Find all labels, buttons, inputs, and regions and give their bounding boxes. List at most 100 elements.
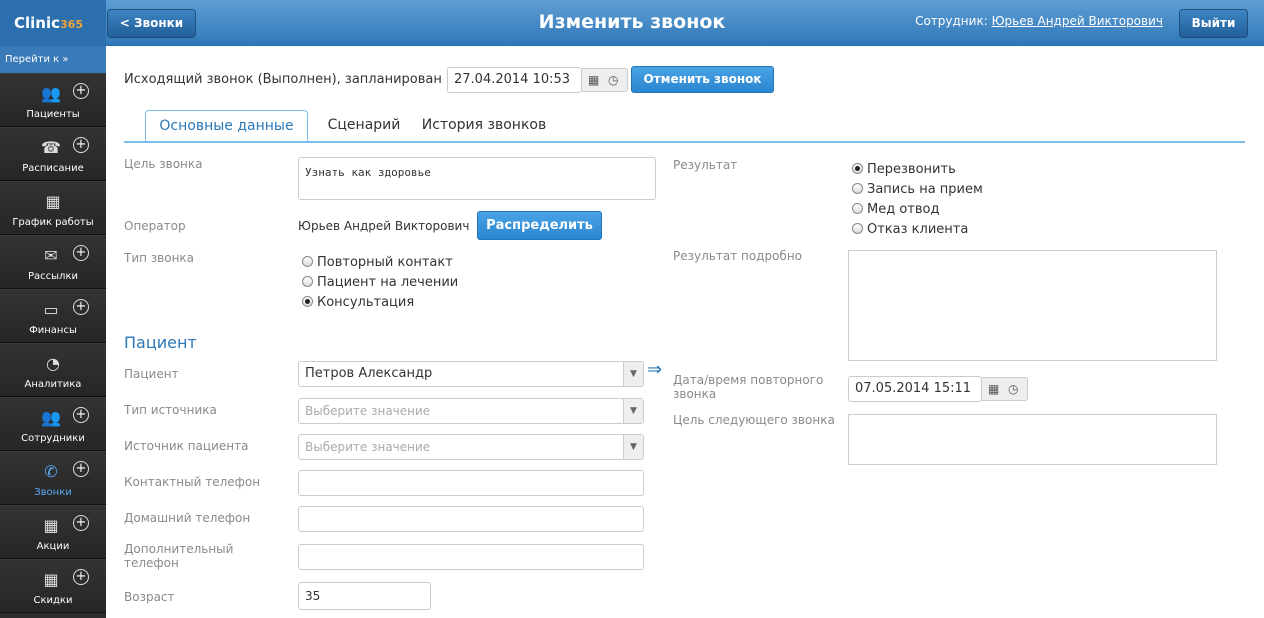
schedule-icon: ☎ (41, 138, 61, 157)
sidebar-item-label: Рассылки (28, 271, 78, 282)
calendar-icon[interactable]: ▦ (588, 73, 599, 87)
sidebar-item-6[interactable]: 👥 + Сотрудники (0, 397, 106, 451)
chevron-down-icon: ▼ (623, 362, 643, 386)
sidebar-item-3[interactable]: ✉ + Рассылки (0, 235, 106, 289)
radio-icon[interactable] (852, 203, 863, 214)
radio-icon[interactable] (852, 223, 863, 234)
source-select[interactable]: Выберите значение ▼ (298, 434, 644, 460)
next-goal-textarea[interactable] (848, 414, 1217, 465)
next-datetime-label: Дата/время повторного звонка (673, 373, 824, 401)
sidebar-item-2[interactable]: ▦ График работы (0, 181, 106, 235)
clock-icon[interactable]: ◷ (608, 73, 618, 87)
result-detail-textarea[interactable] (848, 250, 1217, 361)
call-type-option-2[interactable]: Консультация (302, 295, 414, 310)
chevron-down-icon: ▼ (623, 399, 643, 423)
goto-menu[interactable]: Перейти к » (0, 46, 106, 73)
source-type-select[interactable]: Выберите значение ▼ (298, 398, 644, 424)
result-option-0[interactable]: Перезвонить (852, 162, 956, 177)
result-option-label: Мед отвод (867, 202, 940, 217)
result-option-label: Запись на прием (867, 182, 983, 197)
employee-link[interactable]: Юрьев Андрей Викторович (992, 14, 1163, 28)
result-option-label: Отказ клиента (867, 222, 969, 237)
result-option-1[interactable]: Запись на прием (852, 182, 983, 197)
call-type-option-label: Повторный контакт (317, 255, 453, 270)
calendar-icon: ▦ (43, 516, 59, 535)
call-type-option-1[interactable]: Пациент на лечении (302, 275, 458, 290)
add-icon[interactable]: + (73, 137, 89, 153)
back-to-calls-button[interactable]: < Звонки (107, 9, 196, 38)
call-type-option-0[interactable]: Повторный контакт (302, 255, 453, 270)
top-bar: Clinic365 < Звонки Изменить звонок Сотру… (0, 0, 1264, 46)
tab-main-data[interactable]: Основные данные (145, 110, 308, 142)
calendar-icon[interactable]: ▦ (988, 382, 999, 396)
add-icon[interactable]: + (73, 461, 89, 477)
chevron-down-icon: ▼ (623, 435, 643, 459)
home-phone-label: Домашний телефон (124, 511, 251, 525)
radio-icon[interactable] (302, 256, 313, 267)
scheduled-datetime-pickers: ▦ ◷ (582, 68, 628, 92)
add-icon[interactable]: + (73, 245, 89, 261)
source-placeholder: Выберите значение (305, 440, 431, 454)
result-option-label: Перезвонить (867, 162, 956, 177)
cancel-call-button[interactable]: Отменить звонок (631, 66, 774, 93)
sidebar-item-label: Расписание (22, 163, 84, 174)
sidebar-item-label: Акции (36, 541, 70, 552)
sidebar-item-5[interactable]: ◔ Аналитика (0, 343, 106, 397)
home-phone-input[interactable] (298, 506, 644, 532)
radio-icon[interactable] (852, 183, 863, 194)
contact-phone-input[interactable] (298, 470, 644, 496)
goal-textarea[interactable]: Узнать как здоровье (298, 157, 656, 200)
result-detail-label: Результат подробно (673, 249, 803, 263)
source-type-label: Тип источника (124, 403, 217, 417)
source-type-placeholder: Выберите значение (305, 404, 431, 418)
money-icon: ▭ (43, 300, 59, 319)
scheduled-datetime-input[interactable]: 27.04.2014 10:53 (447, 67, 582, 93)
sidebar-item-label: Финансы (29, 325, 77, 336)
add-icon[interactable]: + (73, 515, 89, 531)
patient-select[interactable]: Петров Александр ▼ (298, 361, 644, 387)
sidebar-item-label: Звонки (34, 487, 72, 498)
tab-scenario[interactable]: Сценарий (314, 110, 414, 142)
result-option-2[interactable]: Мед отвод (852, 202, 939, 217)
result-option-3[interactable]: Отказ клиента (852, 222, 968, 237)
add-icon[interactable]: + (73, 83, 89, 99)
radio-icon[interactable] (852, 163, 863, 174)
sidebar-item-label: Аналитика (24, 379, 82, 390)
sidebar-item-4[interactable]: ▭ + Финансы (0, 289, 106, 343)
sidebar-item-label: Пациенты (26, 109, 80, 120)
source-label: Источник пациента (124, 439, 249, 453)
tab-underline (124, 141, 1245, 143)
sidebar-item-9[interactable]: ▦ + Скидки (0, 559, 106, 613)
contact-phone-label: Контактный телефон (124, 475, 261, 489)
call-status-text: Исходящий звонок (Выполнен), запланирова… (124, 72, 463, 87)
age-input[interactable]: 35 (298, 582, 431, 610)
arrow-right-icon[interactable]: ⇒ (647, 359, 662, 380)
sidebar-item-1[interactable]: ☎ + Расписание (0, 127, 106, 181)
next-datetime-input[interactable]: 07.05.2014 15:11 (848, 376, 982, 402)
extra-phone-input[interactable] (298, 544, 644, 570)
sidebar-item-0[interactable]: 👥 + Пациенты (0, 73, 106, 127)
call-type-option-label: Пациент на лечении (317, 275, 459, 290)
patient-label: Пациент (124, 367, 179, 381)
call-type-option-label: Консультация (317, 295, 415, 310)
add-icon[interactable]: + (73, 299, 89, 315)
mail-icon: ✉ (44, 246, 58, 265)
staff-icon: 👥 (41, 408, 61, 427)
logout-button[interactable]: Выйти (1179, 9, 1248, 38)
sidebar-item-8[interactable]: ▦ + Акции (0, 505, 106, 559)
sidebar: Перейти к » 👥 + Пациенты ☎ + Расписание ▦ Графи… (0, 46, 106, 618)
radio-icon[interactable] (302, 296, 313, 307)
calendar-icon: ▦ (43, 570, 59, 589)
radio-icon[interactable] (302, 276, 313, 287)
clock-icon[interactable]: ◷ (1008, 382, 1018, 396)
add-icon[interactable]: + (73, 569, 89, 585)
sidebar-item-7[interactable]: ✆ + Звонки (0, 451, 106, 505)
patient-section-title: Пациент (124, 333, 197, 352)
tab-call-history[interactable]: История звонков (416, 110, 552, 142)
assign-button[interactable]: Распределить (477, 211, 602, 240)
age-label: Возраст (124, 590, 175, 604)
patients-icon: 👥 (41, 84, 61, 103)
app-logo[interactable]: Clinic365 (0, 0, 106, 46)
phone-icon: ✆ (44, 462, 58, 481)
add-icon[interactable]: + (73, 407, 89, 423)
